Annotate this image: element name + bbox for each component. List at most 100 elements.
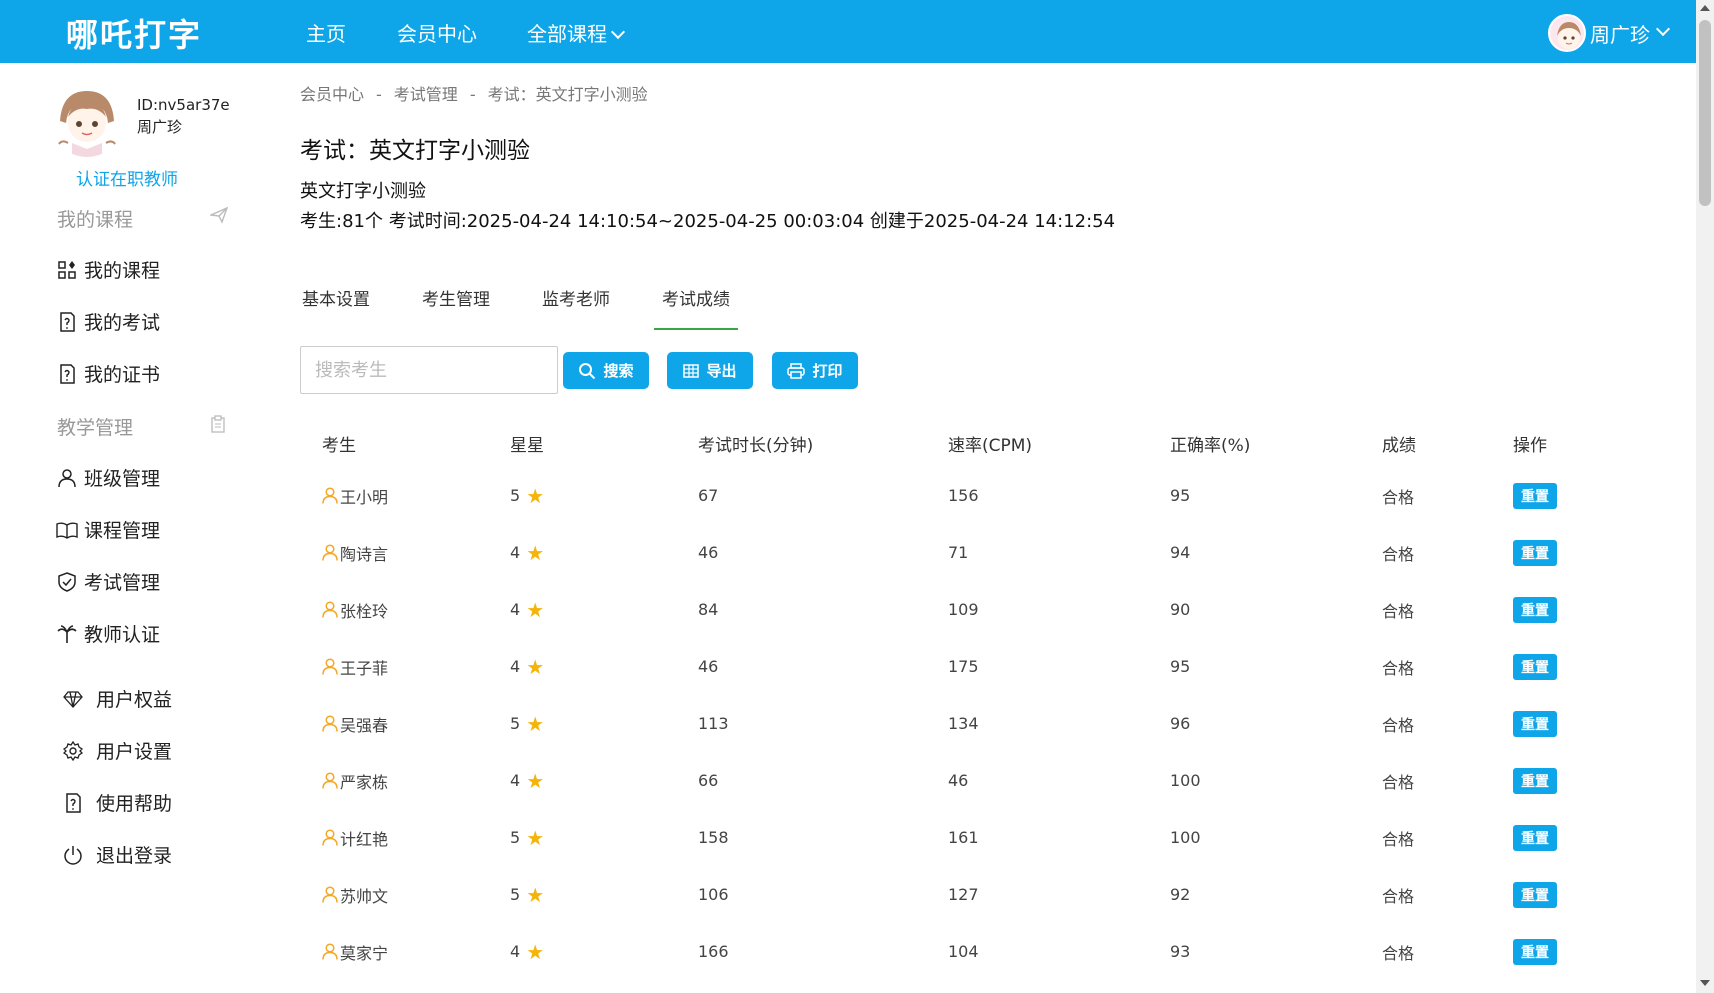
paper-plane-icon: [208, 206, 229, 228]
sidebar-item-course-management[interactable]: 课程管理: [56, 516, 160, 543]
stars-cell: 4 ★: [510, 657, 544, 677]
reset-button[interactable]: 重置: [1513, 596, 1557, 623]
sidebar-item-label: 我的课程: [84, 260, 161, 282]
scroll-down-arrow-icon[interactable]: [1700, 980, 1710, 986]
tab-basic-settings[interactable]: 基本设置: [300, 288, 372, 330]
accuracy-cell: 92: [1170, 885, 1191, 904]
reset-button[interactable]: 重置: [1513, 881, 1557, 908]
nav-home[interactable]: 主页: [306, 18, 346, 47]
student-name[interactable]: 吴强春: [340, 712, 388, 736]
duration-cell: 113: [698, 714, 729, 733]
grade-cell: 合格: [1382, 772, 1415, 792]
student-name[interactable]: 陶诗言: [340, 541, 388, 565]
star-icon: ★: [526, 540, 545, 565]
tab-proctors[interactable]: 监考老师: [540, 288, 612, 330]
stars-cell: 4 ★: [510, 543, 544, 563]
nav-member-center[interactable]: 会员中心: [397, 18, 477, 47]
print-button[interactable]: 打印: [772, 352, 858, 389]
reset-button[interactable]: 重置: [1513, 824, 1557, 851]
print-button-label: 打印: [812, 362, 843, 380]
reset-button[interactable]: 重置: [1513, 710, 1557, 737]
gear-icon: [62, 740, 84, 762]
table-row: 王子菲 4 ★ 46 175 95 合格 重置: [300, 638, 1630, 695]
student-name[interactable]: 张栓玲: [340, 598, 388, 622]
accuracy-cell: 95: [1170, 486, 1191, 505]
star-count: 4: [510, 657, 521, 676]
header-speed: 速率(CPM): [948, 435, 1033, 456]
reset-button[interactable]: 重置: [1513, 482, 1557, 509]
shield-icon: [56, 571, 78, 593]
sidebar-item-exam-management[interactable]: 考试管理: [56, 568, 160, 595]
user-icon: [322, 601, 340, 618]
sidebar-item-label: 我的证书: [84, 364, 161, 386]
sidebar-item-my-certificates[interactable]: 我的证书: [56, 360, 160, 387]
duration-cell: 158: [698, 828, 729, 847]
sidebar-item-label: 用户权益: [96, 689, 173, 711]
breadcrumb-exam-management[interactable]: 考试管理: [394, 85, 458, 104]
user-name: 周广珍: [1590, 22, 1650, 47]
student-cell: 苏帅文: [322, 883, 388, 907]
avatar[interactable]: [50, 83, 124, 157]
tab-exam-results[interactable]: 考试成绩: [654, 288, 738, 330]
student-cell: 王小明: [322, 484, 388, 508]
site-logo[interactable]: 哪吒打字: [66, 10, 202, 56]
sidebar: ID:nv5ar37e 周广珍 认证在职教师 我的课程 我的课程 我的考试 我的…: [0, 63, 258, 993]
stars-cell: 5 ★: [510, 486, 544, 506]
table-row: 严家栋 4 ★ 66 46 100 合格 重置: [300, 752, 1630, 809]
star-count: 4: [510, 600, 521, 619]
sidebar-item-my-exams[interactable]: 我的考试: [56, 308, 160, 335]
certify-teacher-link[interactable]: 认证在职教师: [76, 165, 178, 190]
student-name[interactable]: 严家栋: [340, 769, 388, 793]
breadcrumb-member-center[interactable]: 会员中心: [300, 85, 364, 104]
scroll-up-arrow-icon[interactable]: [1700, 5, 1710, 11]
printer-icon: [787, 362, 806, 379]
table-row: 吴强春 5 ★ 113 134 96 合格 重置: [300, 695, 1630, 752]
table-row: 计红艳 5 ★ 158 161 100 合格 重置: [300, 809, 1630, 866]
duration-cell: 166: [698, 942, 729, 961]
student-name[interactable]: 王子菲: [340, 655, 388, 679]
sidebar-item-teacher-certification[interactable]: 教师认证: [56, 620, 160, 647]
duration-cell: 46: [698, 543, 719, 562]
student-name[interactable]: 计红艳: [340, 826, 388, 850]
star-icon: ★: [526, 654, 545, 679]
section-my-courses: 我的课程: [57, 209, 134, 231]
actions-cell: 重置: [1513, 938, 1557, 965]
exam-meta: 考生:81个 考试时间:2025-04-24 14:10:54~2025-04-…: [300, 211, 1116, 232]
breadcrumb: 会员中心 - 考试管理 - 考试：英文打字小测验: [300, 81, 648, 105]
sidebar-item-user-benefits[interactable]: 用户权益: [62, 685, 172, 712]
student-name[interactable]: 苏帅文: [340, 883, 388, 907]
avatar: [1548, 14, 1586, 52]
sidebar-item-user-settings[interactable]: 用户设置: [62, 737, 172, 764]
reset-button[interactable]: 重置: [1513, 539, 1557, 566]
search-icon: [579, 362, 596, 379]
sidebar-item-class-management[interactable]: 班级管理: [56, 464, 160, 491]
accuracy-cell: 96: [1170, 714, 1191, 733]
tab-candidate-management[interactable]: 考生管理: [420, 288, 492, 330]
star-count: 4: [510, 942, 521, 961]
book-icon: [56, 519, 78, 541]
nav-all-courses-label: 全部课程: [527, 22, 607, 46]
actions-cell: 重置: [1513, 482, 1557, 509]
page-scrollbar[interactable]: [1696, 0, 1714, 993]
nav-all-courses[interactable]: 全部课程: [527, 18, 626, 47]
reset-button[interactable]: 重置: [1513, 653, 1557, 680]
grade-cell: 合格: [1382, 601, 1415, 621]
table-icon: [683, 363, 700, 378]
scroll-thumb[interactable]: [1699, 20, 1711, 206]
student-name[interactable]: 王小明: [340, 484, 388, 508]
sidebar-item-my-courses[interactable]: 我的课程: [56, 256, 160, 283]
export-button[interactable]: 导出: [667, 352, 753, 389]
reset-button[interactable]: 重置: [1513, 767, 1557, 794]
header-student: 考生: [322, 435, 356, 456]
search-input[interactable]: [300, 346, 558, 394]
user-icon: [322, 715, 340, 732]
header-actions: 操作: [1513, 435, 1547, 456]
student-name[interactable]: 莫家宁: [340, 940, 388, 964]
user-menu[interactable]: 周广珍: [1548, 14, 1671, 52]
sidebar-item-logout[interactable]: 退出登录: [62, 841, 172, 868]
reset-button[interactable]: 重置: [1513, 938, 1557, 965]
duration-cell: 46: [698, 657, 719, 676]
star-count: 4: [510, 543, 521, 562]
sidebar-item-help[interactable]: 使用帮助: [62, 789, 172, 816]
search-button[interactable]: 搜索: [563, 352, 649, 389]
